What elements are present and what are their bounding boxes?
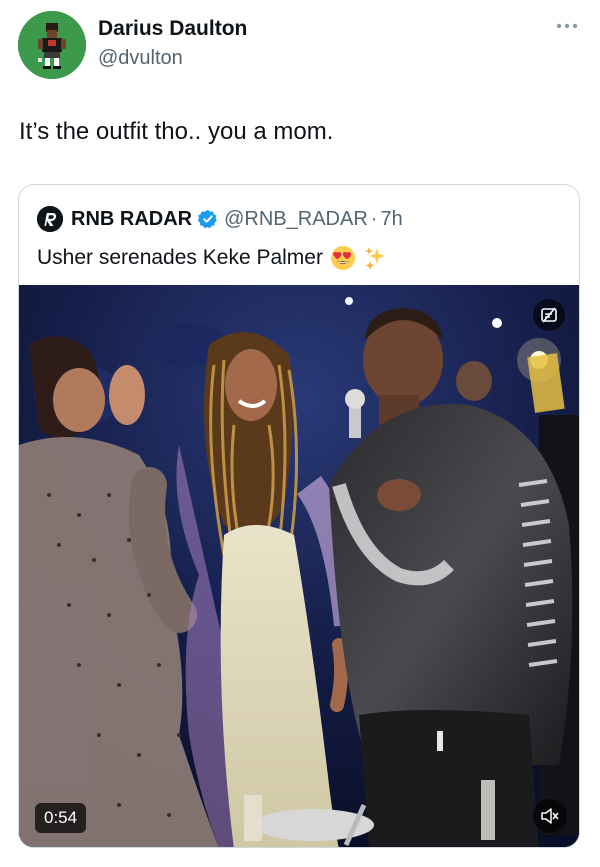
- quoted-author-handle[interactable]: @RNB_RADAR: [224, 208, 368, 231]
- video-duration: 0:54: [35, 803, 87, 833]
- time-separator: ·: [370, 207, 378, 230]
- tweet: Darius Daulton @dvulton It’s the outfit …: [0, 0, 600, 867]
- content-warning-icon[interactable]: [533, 299, 565, 331]
- verified-badge-icon: [198, 209, 217, 229]
- quoted-tweet-text-row: Usher serenades Keke Palmer: [37, 245, 389, 271]
- muted-speaker-icon[interactable]: [533, 799, 567, 833]
- tweet-text: It’s the outfit tho.. you a mom.: [19, 118, 334, 145]
- rnb-radar-logo-icon: [37, 206, 63, 232]
- quoted-author-avatar[interactable]: [37, 206, 63, 232]
- video-player[interactable]: 0:54: [19, 285, 579, 847]
- sparkles-emoji-icon: [364, 247, 385, 270]
- video-frame-image: [19, 285, 579, 847]
- pixel-avatar-icon: [18, 11, 86, 79]
- quoted-tweet-time[interactable]: 7h: [380, 208, 402, 231]
- heart-eyes-emoji-icon: [330, 246, 355, 270]
- quoted-author-name[interactable]: RNB RADAR: [71, 208, 192, 231]
- author-handle[interactable]: @dvulton: [98, 47, 183, 70]
- more-horizontal-icon[interactable]: [556, 18, 578, 29]
- author-display-name[interactable]: Darius Daulton: [98, 17, 247, 41]
- author-avatar[interactable]: [18, 11, 86, 79]
- quoted-tweet-card[interactable]: RNB RADAR @RNB_RADAR · 7h Usher serenade…: [18, 184, 580, 848]
- quoted-tweet-header: RNB RADAR @RNB_RADAR · 7h: [37, 205, 403, 233]
- quoted-tweet-text: Usher serenades Keke Palmer: [37, 246, 323, 269]
